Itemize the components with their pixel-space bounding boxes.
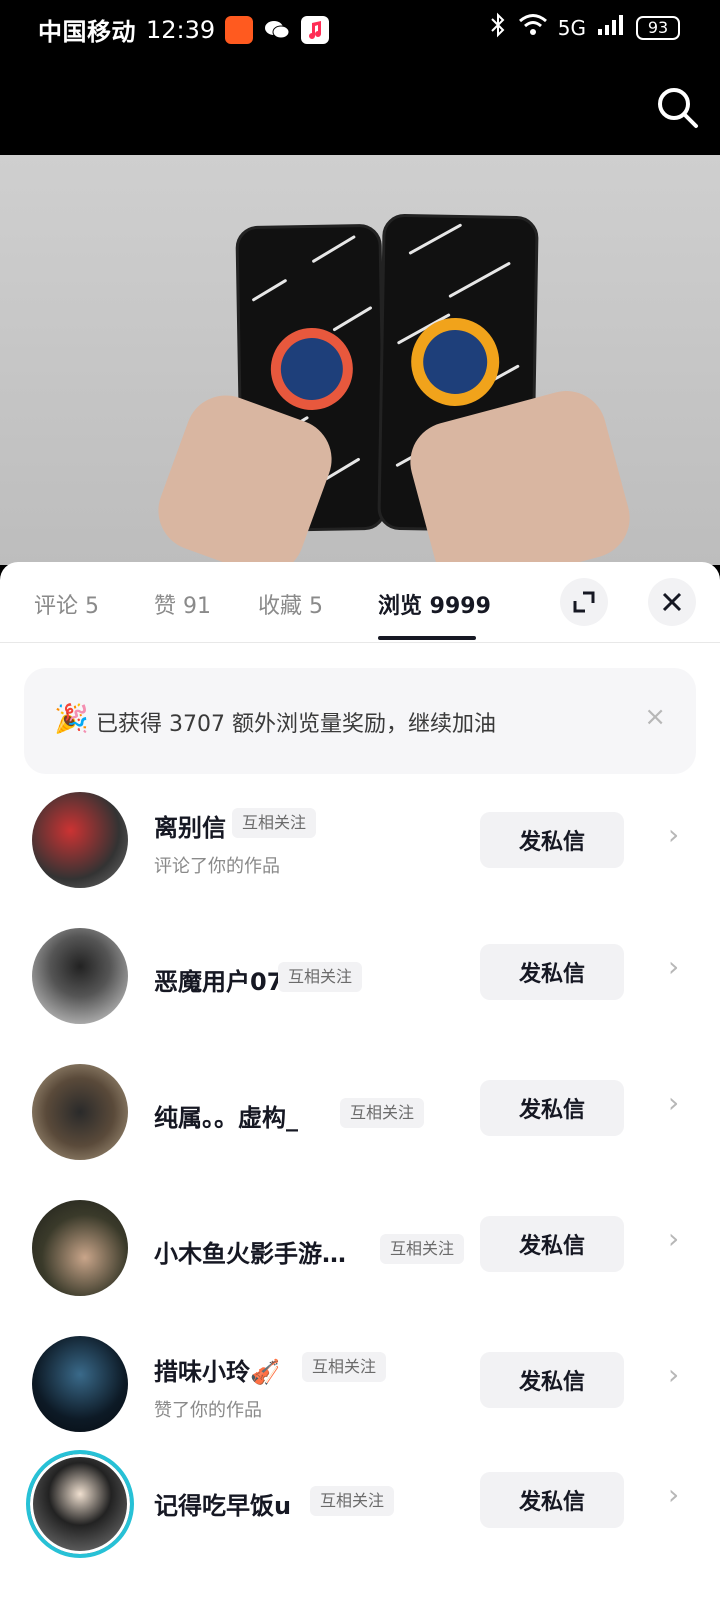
taobao-icon (225, 15, 254, 44)
wifi-icon (518, 13, 548, 42)
mutual-follow-badge: 互相关注 (380, 1234, 465, 1264)
reward-notice: 🎉 已获得 3707 额外浏览量奖励，继续加油 × (24, 668, 696, 774)
expand-button[interactable] (560, 578, 608, 626)
close-button[interactable] (648, 578, 696, 626)
list-item[interactable]: 小木鱼火影手游… 互相关注 发私信 › (0, 1188, 720, 1308)
reward-notice-text: 已获得 3707 额外浏览量奖励，继续加油 (96, 712, 496, 737)
video-preview[interactable] (0, 155, 720, 565)
party-popper-icon: 🎉 (54, 702, 89, 735)
list-item[interactable]: 记得吃早饭u 互相关注 发私信 › (0, 1448, 720, 1568)
bluetooth-icon (488, 12, 508, 43)
chevron-right-icon[interactable]: › (668, 1358, 679, 1391)
status-left: 中国移动 12:39 (38, 12, 330, 47)
close-icon (662, 592, 682, 612)
avatar[interactable] (32, 1200, 128, 1296)
send-message-button[interactable]: 发私信 (480, 1216, 624, 1272)
avatar-live[interactable] (26, 1450, 134, 1558)
tab-views[interactable]: 浏览 9999 (378, 588, 491, 620)
search-icon (658, 88, 698, 128)
status-right: 5G 93 (488, 12, 680, 43)
chevron-right-icon[interactable]: › (668, 818, 679, 851)
chevron-right-icon[interactable]: › (668, 950, 679, 983)
status-bar: 中国移动 12:39 5G 93 (0, 0, 720, 56)
tab-favorites[interactable]: 收藏 5 (258, 588, 323, 620)
wechat-icon (263, 16, 291, 44)
avatar[interactable] (32, 792, 128, 888)
mutual-follow-badge: 互相关注 (340, 1098, 425, 1128)
notice-close-icon[interactable]: × (644, 702, 666, 732)
list-item[interactable]: 纯属。。虚构_ 互相关注 发私信 › (0, 1052, 720, 1172)
carrier-label: 中国移动 (38, 18, 136, 46)
tab-likes[interactable]: 赞 91 (154, 588, 211, 620)
expand-icon (573, 591, 595, 613)
send-message-button[interactable]: 发私信 (480, 1080, 624, 1136)
avatar[interactable] (32, 1064, 128, 1160)
list-item[interactable]: 恶魔用户07 互相关注 发私信 › (0, 916, 720, 1036)
send-message-button[interactable]: 发私信 (480, 1352, 624, 1408)
tab-active-indicator (378, 636, 476, 640)
send-message-button[interactable]: 发私信 (480, 944, 624, 1000)
signal-icon (596, 13, 626, 42)
activity-sheet: 评论 5 赞 91 收藏 5 浏览 9999 🎉 已获得 3707 额外浏览量奖… (0, 562, 720, 1612)
user-name[interactable]: 恶魔用户07 (154, 962, 283, 997)
search-button[interactable] (656, 86, 700, 130)
user-name[interactable]: 离别信 (154, 808, 226, 843)
avatar[interactable] (32, 928, 128, 1024)
avatar[interactable] (32, 1336, 128, 1432)
activity-text: 赞了你的作品 (154, 1400, 262, 1421)
battery-indicator: 93 (636, 15, 680, 40)
music-app-icon (301, 15, 330, 44)
chevron-right-icon[interactable]: › (668, 1222, 679, 1255)
user-name[interactable]: 小木鱼火影手游… (154, 1234, 346, 1269)
tab-bar: 评论 5 赞 91 收藏 5 浏览 9999 (0, 562, 720, 643)
user-name[interactable]: 措味小玲🎻 (154, 1352, 280, 1387)
list-item[interactable]: 措味小玲🎻 互相关注 赞了你的作品 发私信 › (0, 1324, 720, 1444)
mutual-follow-badge: 互相关注 (302, 1352, 387, 1382)
mutual-follow-badge: 互相关注 (278, 962, 363, 992)
list-item[interactable]: 离别信 互相关注 评论了你的作品 发私信 › (0, 780, 720, 900)
time-label: 12:39 (146, 15, 216, 44)
user-name[interactable]: 记得吃早饭u (154, 1486, 291, 1521)
send-message-button[interactable]: 发私信 (480, 1472, 624, 1528)
send-message-button[interactable]: 发私信 (480, 812, 624, 868)
chevron-right-icon[interactable]: › (668, 1478, 679, 1511)
mutual-follow-badge: 互相关注 (310, 1486, 395, 1516)
network-type: 5G (557, 15, 586, 40)
activity-text: 评论了你的作品 (154, 856, 280, 877)
user-name[interactable]: 纯属。。虚构_ (154, 1098, 298, 1133)
chevron-right-icon[interactable]: › (668, 1086, 679, 1119)
tab-comments[interactable]: 评论 5 (34, 588, 99, 620)
mutual-follow-badge: 互相关注 (232, 808, 317, 838)
